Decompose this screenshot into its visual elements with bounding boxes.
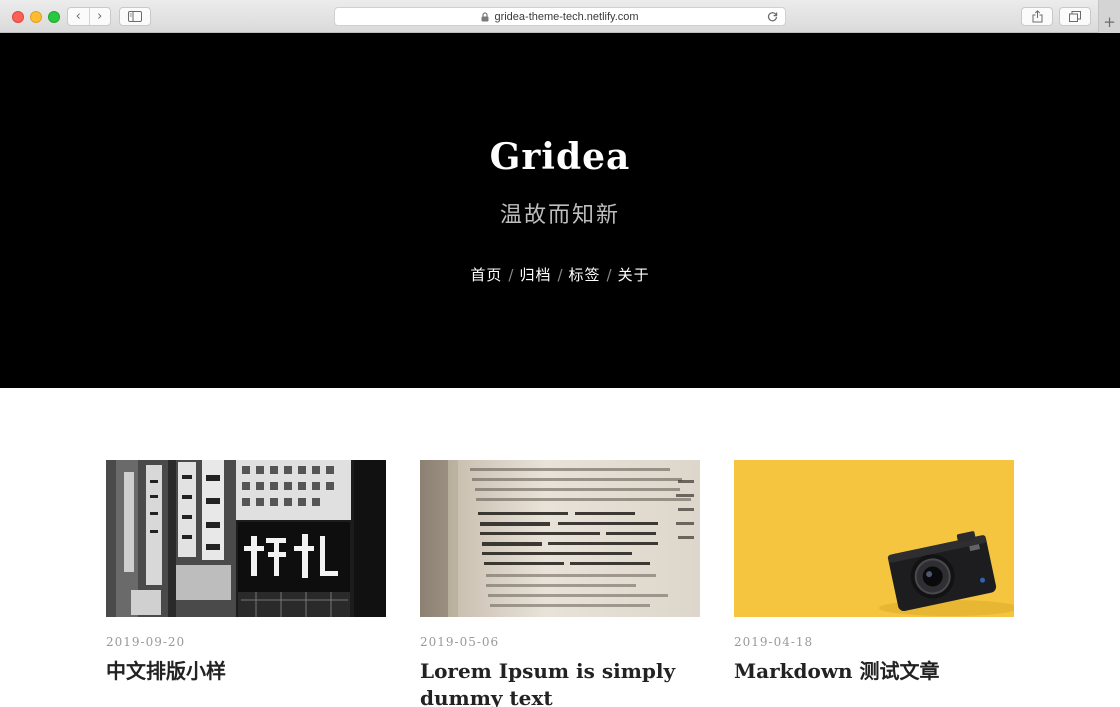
nav-link-about[interactable]: 关于 bbox=[618, 264, 650, 285]
sidebar-icon bbox=[128, 11, 142, 22]
nav-separator: / bbox=[606, 265, 612, 284]
post-card[interactable]: 2019-09-20 中文排版小样 bbox=[106, 460, 386, 685]
post-card[interactable]: 2019-05-06 Lorem Ipsum is simply dummy t… bbox=[420, 460, 700, 707]
post-card[interactable]: 2019-04-18 Markdown 测试文章 bbox=[734, 460, 1014, 685]
share-button[interactable] bbox=[1021, 7, 1053, 26]
new-tab-button[interactable]: + bbox=[1098, 0, 1120, 33]
post-thumbnail[interactable] bbox=[106, 460, 386, 617]
post-date: 2019-09-20 bbox=[106, 635, 186, 649]
minimize-window-button[interactable] bbox=[30, 11, 42, 23]
post-title[interactable]: 中文排版小样 bbox=[106, 658, 386, 685]
reload-button[interactable] bbox=[766, 10, 779, 23]
close-window-button[interactable] bbox=[12, 11, 24, 23]
reload-icon bbox=[767, 12, 778, 22]
post-title[interactable]: Lorem Ipsum is simply dummy text bbox=[420, 658, 700, 707]
address-bar[interactable]: gridea-theme-tech.netlify.com bbox=[334, 7, 786, 26]
post-thumbnail[interactable] bbox=[734, 460, 1014, 617]
camera-photo bbox=[734, 460, 1014, 617]
zoom-window-button[interactable] bbox=[48, 11, 60, 23]
post-date: 2019-05-06 bbox=[420, 635, 500, 649]
site-header: Gridea 温故而知新 首页 / 归档 / 标签 / 关于 bbox=[0, 33, 1120, 388]
browser-toolbar: ‹ › gridea-theme-tech.netlify.com + bbox=[0, 0, 1120, 33]
post-date: 2019-04-18 bbox=[734, 635, 814, 649]
tabs-icon bbox=[1069, 11, 1081, 22]
nav-link-archive[interactable]: 归档 bbox=[519, 264, 551, 285]
back-button[interactable]: ‹ bbox=[68, 8, 89, 25]
dictionary-photo bbox=[420, 460, 700, 617]
chevron-left-icon: ‹ bbox=[75, 9, 81, 24]
post-thumbnail[interactable] bbox=[420, 460, 700, 617]
sidebar-toggle-button[interactable] bbox=[119, 7, 151, 26]
history-nav-group: ‹ › bbox=[67, 7, 111, 26]
site-title[interactable]: Gridea bbox=[0, 136, 1120, 178]
nav-link-tags[interactable]: 标签 bbox=[569, 264, 601, 285]
site-nav: 首页 / 归档 / 标签 / 关于 bbox=[0, 264, 1120, 285]
show-tabs-button[interactable] bbox=[1059, 7, 1091, 26]
url-text: gridea-theme-tech.netlify.com bbox=[494, 10, 639, 23]
nav-separator: / bbox=[557, 265, 563, 284]
lock-icon bbox=[481, 11, 489, 21]
post-title[interactable]: Markdown 测试文章 bbox=[734, 658, 1014, 685]
post-list: 2019-09-20 中文排版小样 2019-05-06 Lorem Ipsum… bbox=[0, 388, 1120, 707]
share-icon bbox=[1032, 10, 1042, 23]
nav-separator: / bbox=[508, 265, 514, 284]
signboard-photo bbox=[106, 460, 386, 617]
plus-icon: + bbox=[1103, 13, 1116, 31]
chevron-right-icon: › bbox=[97, 9, 103, 24]
nav-link-home[interactable]: 首页 bbox=[470, 264, 502, 285]
forward-button[interactable]: › bbox=[88, 8, 111, 25]
site-description: 温故而知新 bbox=[499, 203, 620, 228]
